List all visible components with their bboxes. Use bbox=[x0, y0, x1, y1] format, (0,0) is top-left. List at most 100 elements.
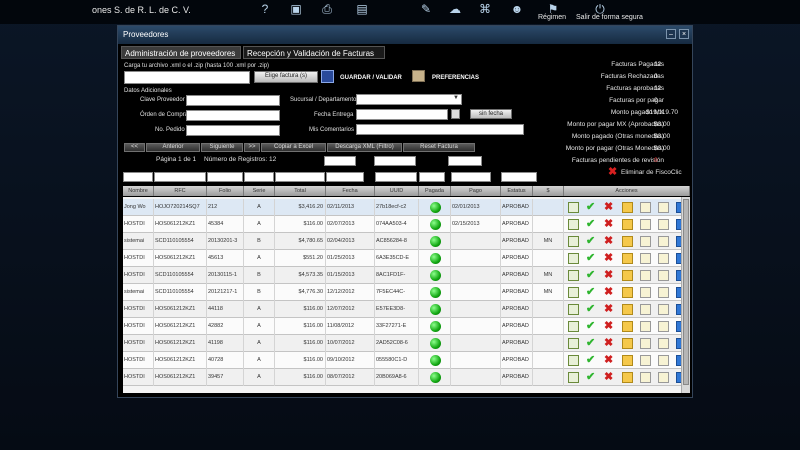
header-fecha[interactable]: Fecha bbox=[326, 186, 375, 196]
reject-x-icon[interactable]: ✖ bbox=[604, 219, 615, 230]
pdf-file-icon[interactable] bbox=[658, 304, 669, 315]
pdf-file-icon[interactable] bbox=[658, 236, 669, 247]
pdf-file-icon[interactable] bbox=[658, 338, 669, 349]
email-icon[interactable] bbox=[622, 236, 633, 247]
filter-nombre[interactable] bbox=[123, 172, 153, 182]
header-nombre[interactable]: Nombre bbox=[123, 186, 154, 196]
approve-check-icon[interactable]: ✔ bbox=[586, 287, 597, 298]
pdf-file-icon[interactable] bbox=[658, 372, 669, 383]
pedido-input[interactable] bbox=[186, 125, 280, 136]
xml-file-icon[interactable] bbox=[640, 338, 651, 349]
table-row[interactable]: HOSTDI HOS061212KZ1 40728 A $116.00 09/10/201… bbox=[123, 352, 687, 369]
filter-rfc[interactable] bbox=[154, 172, 206, 182]
filter-serie[interactable] bbox=[244, 172, 274, 182]
pdf-file-icon[interactable] bbox=[658, 253, 669, 264]
pdf-file-icon[interactable] bbox=[658, 287, 669, 298]
approve-check-icon[interactable]: ✔ bbox=[586, 355, 597, 366]
add-note-icon[interactable] bbox=[568, 253, 579, 264]
choose-file-button[interactable]: Elige factura (s) bbox=[254, 71, 318, 83]
email-icon[interactable] bbox=[622, 202, 633, 213]
reject-x-icon[interactable]: ✖ bbox=[604, 304, 615, 315]
approve-check-icon[interactable]: ✔ bbox=[586, 372, 597, 383]
download-xml-button[interactable]: Descarga XML (Filtro) bbox=[327, 143, 402, 152]
email-icon[interactable] bbox=[622, 372, 633, 383]
add-note-icon[interactable] bbox=[568, 372, 579, 383]
xml-file-icon[interactable] bbox=[640, 287, 651, 298]
approve-check-icon[interactable]: ✔ bbox=[586, 236, 597, 247]
network-icon[interactable]: ⌘ bbox=[478, 2, 492, 16]
header-total[interactable]: Total bbox=[275, 186, 326, 196]
logout-label[interactable]: Salir de forma segura bbox=[576, 14, 643, 21]
tools-icon[interactable]: ✎ bbox=[419, 2, 433, 16]
reject-x-icon[interactable]: ✖ bbox=[604, 236, 615, 247]
news-icon[interactable]: ▤ bbox=[355, 2, 369, 16]
reject-x-icon[interactable]: ✖ bbox=[604, 253, 615, 264]
pdf-file-icon[interactable] bbox=[658, 321, 669, 332]
email-icon[interactable] bbox=[622, 321, 633, 332]
table-row[interactable]: Jong Wo HOJO720214SQ7 212 A $3,416.20 02/11/2… bbox=[123, 199, 687, 216]
approve-check-icon[interactable]: ✔ bbox=[586, 202, 597, 213]
approve-check-icon[interactable]: ✔ bbox=[586, 219, 597, 230]
filter-total[interactable] bbox=[275, 172, 325, 182]
floppy-save-icon[interactable] bbox=[321, 70, 334, 83]
table-row[interactable]: HOSTDI HOS061212KZ1 39457 A $116.00 08/07/201… bbox=[123, 369, 687, 386]
header-uuid[interactable]: UUID bbox=[375, 186, 419, 196]
file-path-input[interactable] bbox=[124, 71, 250, 84]
filter-estatus[interactable] bbox=[501, 172, 537, 182]
add-note-icon[interactable] bbox=[568, 355, 579, 366]
add-note-icon[interactable] bbox=[568, 304, 579, 315]
add-note-icon[interactable] bbox=[568, 202, 579, 213]
filter-folio[interactable] bbox=[207, 172, 243, 182]
reset-factura-button[interactable]: Reset Factura bbox=[403, 143, 475, 152]
reject-x-icon[interactable]: ✖ bbox=[604, 270, 615, 281]
xml-file-icon[interactable] bbox=[640, 219, 651, 230]
sin-fecha-button[interactable]: sin fecha bbox=[470, 109, 512, 119]
fecha-entrega-input[interactable] bbox=[356, 109, 448, 120]
approve-check-icon[interactable]: ✔ bbox=[586, 270, 597, 281]
clave-proveedor-input[interactable] bbox=[186, 95, 280, 106]
add-note-icon[interactable] bbox=[568, 270, 579, 281]
users-icon[interactable]: ☻ bbox=[510, 2, 524, 16]
table-row[interactable]: HOSTDI HOS061212KZ1 45613 A $551.20 01/25/201… bbox=[123, 250, 687, 267]
reject-x-icon[interactable]: ✖ bbox=[604, 287, 615, 298]
xml-file-icon[interactable] bbox=[640, 304, 651, 315]
header-estatus[interactable]: Estatus bbox=[501, 186, 533, 196]
vertical-scrollbar[interactable] bbox=[681, 197, 690, 393]
regimen-label[interactable]: Régimen bbox=[538, 14, 566, 21]
header-folio[interactable]: Folio bbox=[207, 186, 244, 196]
table-row[interactable]: HOSTDI SCD110105554 20130115-1 B $4,573.35 01… bbox=[123, 267, 687, 284]
last-page-button[interactable]: >> bbox=[244, 143, 260, 152]
header-pago[interactable]: Pago bbox=[451, 186, 501, 196]
email-icon[interactable] bbox=[622, 338, 633, 349]
xml-file-icon[interactable] bbox=[640, 372, 651, 383]
filter-uuid[interactable] bbox=[375, 172, 417, 182]
header-serie[interactable]: Serie bbox=[244, 186, 275, 196]
reject-x-icon[interactable]: ✖ bbox=[604, 202, 615, 213]
email-icon[interactable] bbox=[622, 287, 633, 298]
monitor-icon[interactable]: ▣ bbox=[289, 2, 303, 16]
xml-file-icon[interactable] bbox=[640, 202, 651, 213]
pdf-file-icon[interactable] bbox=[658, 219, 669, 230]
orden-compra-input[interactable] bbox=[186, 110, 280, 121]
table-row[interactable]: sistemai SCD110105554 20130201-3 B $4,780.65… bbox=[123, 233, 687, 250]
first-page-button[interactable]: << bbox=[124, 143, 145, 152]
xml-file-icon[interactable] bbox=[640, 355, 651, 366]
email-icon[interactable] bbox=[622, 253, 633, 264]
add-note-icon[interactable] bbox=[568, 287, 579, 298]
sucursal-select[interactable]: ▼ bbox=[356, 94, 462, 105]
reject-x-icon[interactable]: ✖ bbox=[604, 372, 615, 383]
filter-fecha[interactable] bbox=[326, 172, 364, 182]
email-icon[interactable] bbox=[622, 219, 633, 230]
copy-excel-button[interactable]: Copiar a Excel bbox=[261, 143, 326, 152]
xml-file-icon[interactable] bbox=[640, 270, 651, 281]
pago-filter[interactable] bbox=[448, 156, 482, 166]
reject-x-icon[interactable]: ✖ bbox=[604, 338, 615, 349]
help-icon[interactable]: ? bbox=[258, 2, 272, 16]
header-pagada[interactable]: Pagada bbox=[419, 186, 451, 196]
previous-page-button[interactable]: Anterior bbox=[146, 143, 200, 152]
cloud-icon[interactable]: ☁ bbox=[448, 2, 462, 16]
approve-check-icon[interactable]: ✔ bbox=[586, 304, 597, 315]
pdf-file-icon[interactable] bbox=[658, 355, 669, 366]
email-icon[interactable] bbox=[622, 270, 633, 281]
delete-fiscoclic-button[interactable]: Eliminar de FiscoClic bbox=[621, 169, 682, 176]
